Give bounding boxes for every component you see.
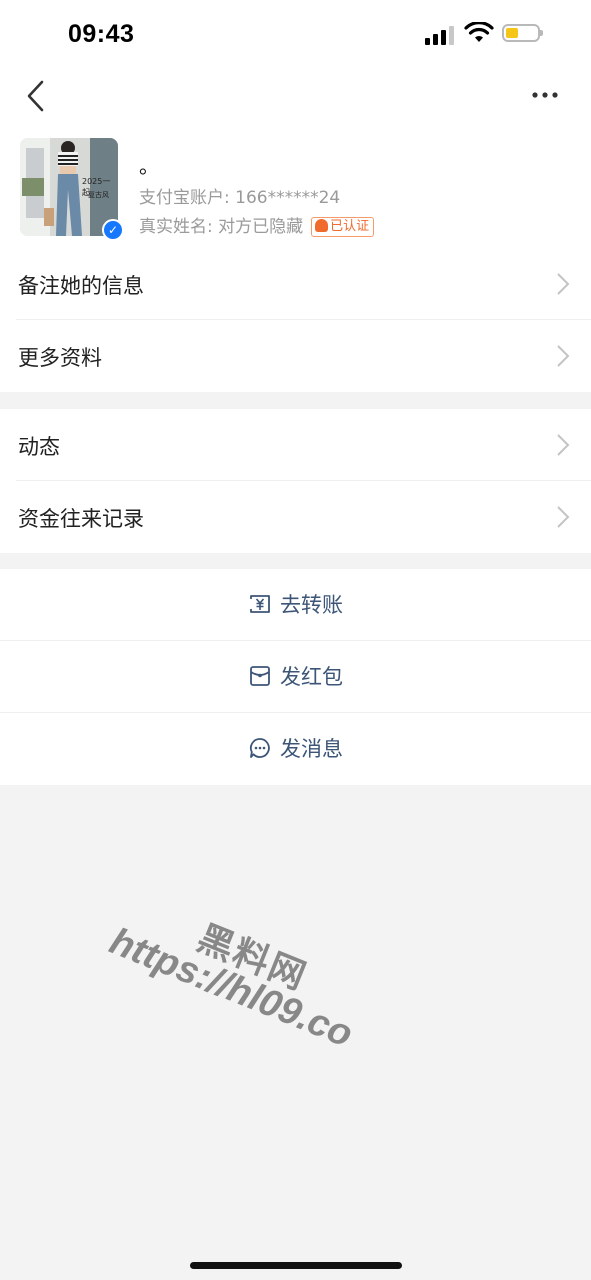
chevron-right-icon — [557, 506, 570, 528]
verified-icon: ✓ — [102, 219, 124, 241]
chevron-right-icon — [557, 345, 570, 367]
watermark: 黑料网 https://hl09.co — [84, 880, 387, 1111]
avatar-caption-2: 复古风 — [88, 191, 109, 199]
status-time: 09:43 — [68, 20, 135, 48]
menu-item-more-info[interactable]: 更多资料 — [0, 320, 591, 392]
red-packet-icon — [250, 666, 270, 686]
menu-item-label: 资金往来记录 — [18, 507, 144, 531]
menu-item-fund-records[interactable]: 资金往来记录 — [0, 481, 591, 553]
battery-icon — [502, 24, 543, 42]
profile-header: 2025一起 复古风 ✓ 。 支付宝账户: 166******24 真实姓名: … — [0, 130, 591, 248]
chevron-right-icon — [557, 273, 570, 295]
home-indicator[interactable] — [190, 1262, 402, 1269]
red-packet-button[interactable]: 发红包 — [0, 641, 591, 713]
person-icon — [315, 219, 329, 232]
real-name: 真实姓名: 对方已隐藏 — [139, 217, 304, 237]
nickname: 。 — [139, 154, 159, 178]
status-bar: 09:43 — [0, 0, 591, 70]
back-icon[interactable] — [22, 78, 52, 114]
menu-item-label: 动态 — [18, 435, 60, 459]
menu-item-label: 更多资料 — [18, 346, 102, 370]
alipay-account: 支付宝账户: 166******24 — [139, 188, 341, 208]
verified-badge-label: 已认证 — [330, 219, 370, 234]
menu-item-moments[interactable]: 动态 — [0, 409, 591, 481]
menu-item-remark[interactable]: 备注她的信息 — [0, 248, 591, 320]
section-gap — [0, 553, 591, 569]
verified-badge: 已认证 — [311, 217, 375, 237]
transfer-label: 去转账 — [280, 593, 343, 617]
send-message-button[interactable]: 发消息 — [0, 713, 591, 785]
transfer-icon — [250, 595, 270, 613]
real-name-row: 真实姓名: 对方已隐藏 已认证 — [139, 212, 375, 237]
message-icon — [249, 738, 270, 758]
avatar[interactable]: 2025一起 复古风 — [20, 138, 118, 236]
send-message-label: 发消息 — [280, 737, 343, 761]
section-gap — [0, 392, 591, 409]
red-packet-label: 发红包 — [280, 665, 343, 689]
chevron-right-icon — [557, 434, 570, 456]
menu-item-label: 备注她的信息 — [18, 274, 144, 298]
signal-icon — [425, 25, 455, 45]
wifi-icon — [464, 22, 494, 42]
more-icon[interactable] — [528, 82, 562, 108]
transfer-button[interactable]: 去转账 — [0, 569, 591, 641]
